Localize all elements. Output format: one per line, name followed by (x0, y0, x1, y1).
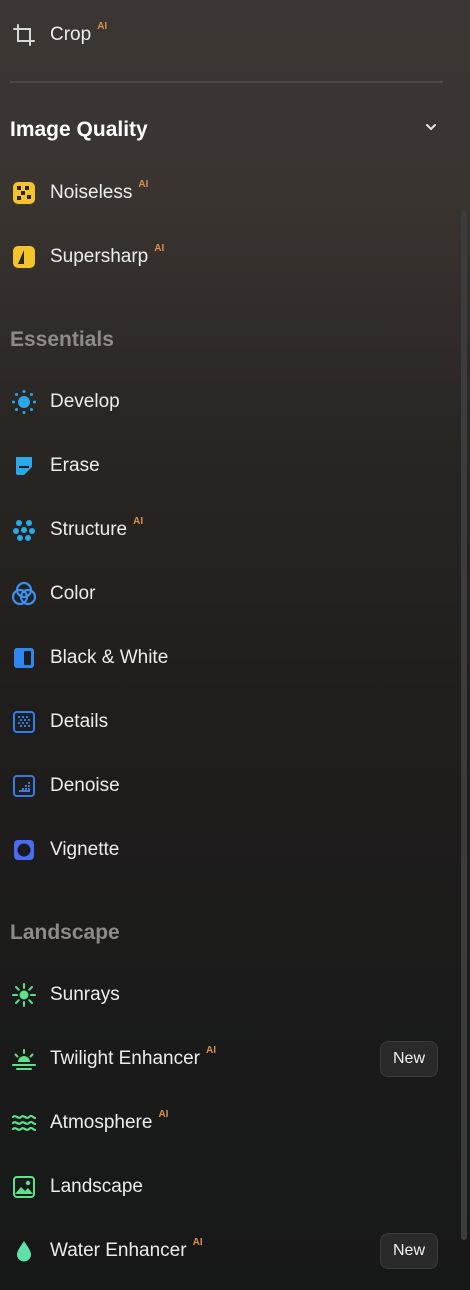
ai-tag: AI (205, 1044, 216, 1056)
water-drop-icon (10, 1237, 38, 1265)
tool-black-white[interactable]: Black & White (10, 638, 450, 678)
tool-label: Supersharp (50, 246, 149, 267)
crop-icon (10, 21, 38, 49)
details-icon (10, 708, 38, 736)
tool-erase[interactable]: Erase (10, 446, 450, 486)
tool-label: Twilight Enhancer (50, 1048, 200, 1069)
tool-color[interactable]: Color (10, 574, 450, 614)
scrollbar[interactable] (461, 210, 467, 1240)
tool-label: Landscape (50, 1176, 143, 1197)
ai-tag: AI (158, 1108, 169, 1120)
structure-icon (10, 516, 38, 544)
ai-tag: AI (154, 242, 165, 254)
section-title-landscape: Landscape (10, 921, 120, 944)
tool-label: Structure (50, 519, 128, 540)
tool-label: Color (50, 583, 96, 604)
tool-label: Water Enhancer (50, 1240, 187, 1261)
tool-label: Black & White (50, 647, 169, 668)
new-badge: New (379, 1041, 438, 1077)
denoise-icon (10, 772, 38, 800)
vignette-icon (10, 836, 38, 864)
black-white-icon (10, 644, 38, 672)
tool-noiseless[interactable]: Noiseless AI (10, 173, 450, 213)
tool-label: Denoise (50, 775, 120, 796)
erase-icon (10, 452, 38, 480)
tool-label: Crop (50, 24, 92, 45)
divider (10, 81, 443, 83)
section-title-essentials: Essentials (10, 328, 114, 351)
develop-sun-icon (10, 388, 38, 416)
ai-tag: AI (138, 178, 149, 190)
landscape-icon (10, 1173, 38, 1201)
tool-structure[interactable]: Structure AI (10, 510, 450, 550)
tool-atmosphere[interactable]: Atmosphere AI (10, 1103, 450, 1143)
tool-twilight-enhancer[interactable]: Twilight Enhancer AI New (10, 1039, 450, 1079)
tool-label: Sunrays (50, 984, 120, 1005)
sunrays-icon (10, 981, 38, 1009)
tool-label: Noiseless (50, 182, 133, 203)
chevron-down-icon[interactable] (420, 116, 442, 138)
ai-tag: AI (97, 20, 108, 32)
supersharp-icon (10, 243, 38, 271)
ai-tag: AI (133, 515, 144, 527)
tool-crop[interactable]: Crop AI (10, 15, 450, 55)
tool-water-enhancer[interactable]: Water Enhancer AI New (10, 1231, 450, 1271)
tool-label: Vignette (50, 839, 120, 860)
atmosphere-icon (10, 1109, 38, 1137)
tool-denoise[interactable]: Denoise (10, 766, 450, 806)
twilight-icon (10, 1045, 38, 1073)
section-title-image-quality[interactable]: Image Quality (10, 118, 148, 142)
tool-vignette[interactable]: Vignette (10, 830, 450, 870)
ai-tag: AI (192, 1236, 203, 1248)
color-circles-icon (10, 580, 38, 608)
tool-label: Atmosphere (50, 1112, 153, 1133)
tool-label: Erase (50, 455, 100, 476)
tool-develop[interactable]: Develop (10, 382, 450, 422)
tool-supersharp[interactable]: Supersharp AI (10, 237, 450, 277)
tool-label: Details (50, 711, 109, 732)
noiseless-icon (10, 179, 38, 207)
tool-label: Develop (50, 391, 120, 412)
tool-details[interactable]: Details (10, 702, 450, 742)
tool-landscape[interactable]: Landscape (10, 1167, 450, 1207)
tool-sunrays[interactable]: Sunrays (10, 975, 450, 1015)
new-badge: New (379, 1233, 438, 1269)
